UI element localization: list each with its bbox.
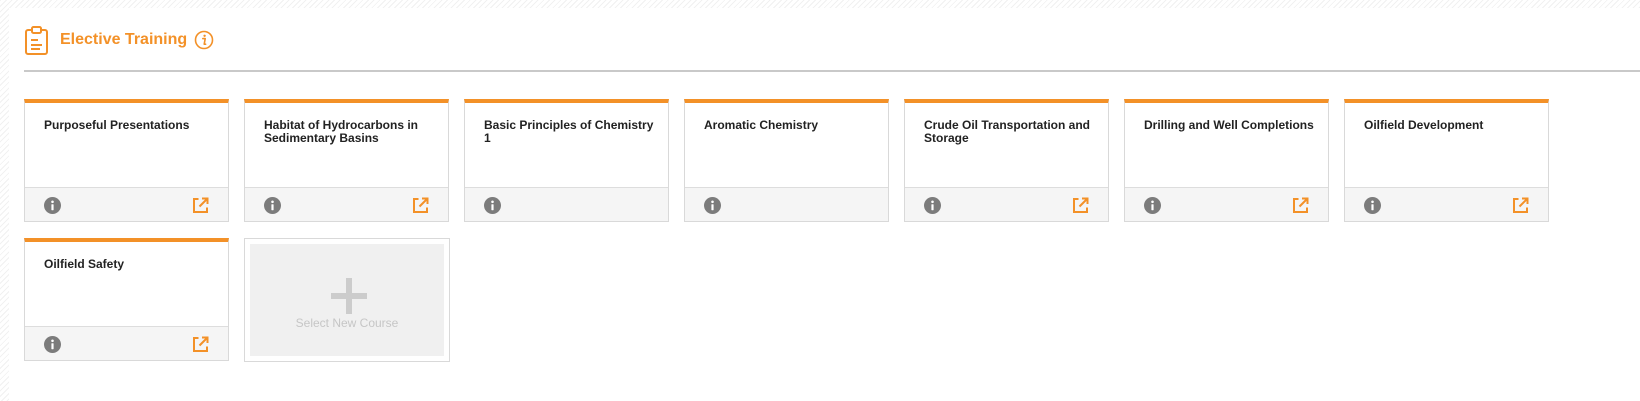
open-course-icon[interactable] [1292, 197, 1309, 214]
course-card[interactable]: Drilling and Well Completions [1124, 99, 1329, 222]
info-circle-icon[interactable] [194, 30, 214, 50]
course-card[interactable]: Habitat of Hydrocarbons in Sedimentary B… [244, 99, 449, 222]
course-card-footer [685, 187, 888, 221]
course-info-icon[interactable] [924, 197, 941, 214]
section-title: Elective Training [60, 31, 188, 48]
elective-training-panel: Elective Training Purposeful Presentatio… [9, 8, 1640, 401]
select-new-course-label: Select New Course [295, 316, 399, 330]
course-info-icon[interactable] [484, 197, 501, 214]
select-new-course-button[interactable]: Select New Course [244, 238, 450, 362]
course-info-icon[interactable] [1364, 197, 1381, 214]
header-divider [24, 70, 1640, 72]
course-title: Oilfield Development [1364, 118, 1484, 132]
open-course-icon[interactable] [412, 197, 429, 214]
course-card-footer [245, 187, 448, 221]
course-title: Oilfield Safety [44, 257, 125, 271]
course-card[interactable]: Crude Oil Transportation and Storage [904, 99, 1109, 222]
course-card[interactable]: Oilfield Safety [24, 238, 229, 361]
course-card[interactable]: Oilfield Development [1344, 99, 1549, 222]
course-card-footer [25, 187, 228, 221]
course-title: Drilling and Well Completions [1144, 118, 1314, 132]
open-course-icon[interactable] [1072, 197, 1089, 214]
course-card-footer [905, 187, 1108, 221]
course-card-footer [465, 187, 668, 221]
course-card[interactable]: Basic Principles of Chemistry 1 [464, 99, 669, 222]
course-title: Purposeful Presentations [44, 118, 190, 132]
course-title: Habitat of Hydrocarbons in Sedimentary B… [264, 118, 419, 145]
course-info-icon[interactable] [1144, 197, 1161, 214]
open-course-icon[interactable] [1512, 197, 1529, 214]
course-title: Basic Principles of Chemistry 1 [484, 118, 654, 145]
course-info-icon[interactable] [704, 197, 721, 214]
plus-icon [331, 278, 367, 314]
course-card[interactable]: Purposeful Presentations [24, 99, 229, 222]
course-info-icon[interactable] [44, 197, 61, 214]
clipboard-icon [24, 24, 50, 56]
course-card[interactable]: Aromatic Chemistry [684, 99, 889, 222]
open-course-icon[interactable] [192, 197, 209, 214]
section-header: Elective Training [24, 22, 214, 58]
course-card-footer [25, 326, 228, 360]
open-course-icon[interactable] [192, 336, 209, 353]
course-info-icon[interactable] [44, 336, 61, 353]
course-info-icon[interactable] [264, 197, 281, 214]
course-title: Crude Oil Transportation and Storage [924, 118, 1091, 145]
course-title: Aromatic Chemistry [704, 118, 819, 132]
select-new-course-area[interactable]: Select New Course [250, 244, 444, 356]
course-card-footer [1125, 187, 1328, 221]
course-card-footer [1345, 187, 1548, 221]
